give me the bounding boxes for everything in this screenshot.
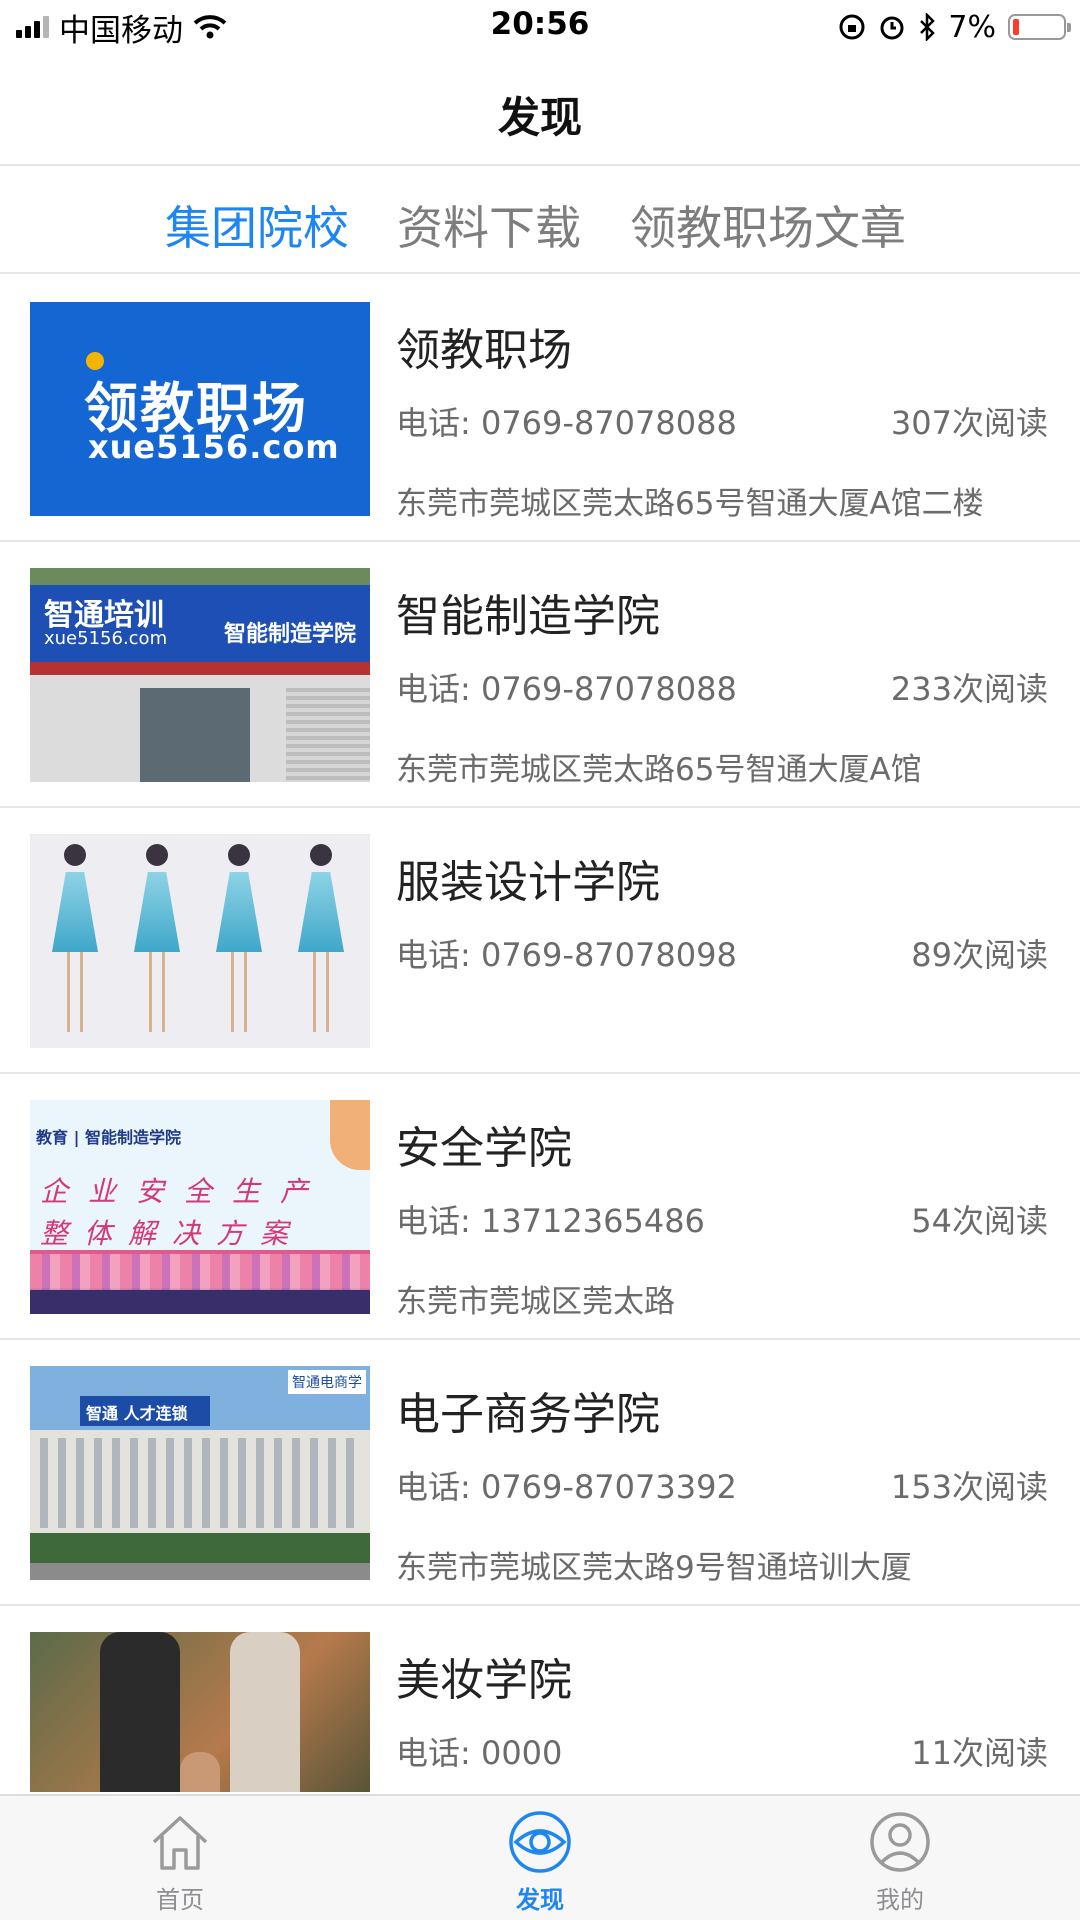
thumbnail-building-sign: 智通 人才连锁 [80,1396,210,1426]
school-thumbnail [30,1632,370,1792]
category-tabs: 集团院校 资料下载 领教职场文章 [0,168,1080,274]
school-name: 服装设计学院 [396,857,660,908]
school-phone: 电话: 0769-87078088 [396,404,737,442]
alarm-icon [880,16,904,40]
read-count: 89次阅读 [911,936,1048,974]
tabbar-me-label: 我的 [876,1886,924,1914]
user-icon [870,1812,930,1872]
school-info: 领教职场 电话: 0769-87078088 307次阅读 东莞市莞城区莞太路6… [396,276,1048,540]
school-info: 电子商务学院 电话: 0769-87073392 153次阅读 东莞市莞城区莞太… [396,1340,1048,1604]
school-address: 东莞市莞城区莞太路9号智通培训大厦 [396,1550,912,1586]
thumbnail-slogan-1: 企业安全生产 [40,1175,329,1208]
list-item[interactable]: 智通 人才连锁 智通电商学 电子商务学院 电话: 0769-87073392 1… [0,1340,1080,1606]
school-name: 安全学院 [396,1123,572,1174]
tabbar-discover[interactable]: 发现 [450,1810,630,1915]
school-phone: 电话: 0000 [396,1734,563,1772]
photo-person [230,1632,300,1792]
thumbnail-header: 教育 | 智能制造学院 [36,1128,181,1147]
read-count: 233次阅读 [890,670,1048,708]
school-name: 领教职场 [396,325,572,376]
eye-icon [509,1811,571,1873]
read-count: 54次阅读 [911,1202,1048,1240]
page-title: 发现 [497,93,582,142]
school-phone: 电话: 0769-87078098 [396,936,737,974]
thumbnail-logo-domain: xue5156.com [88,428,340,466]
tabbar-me[interactable]: 我的 [810,1810,990,1915]
bluetooth-icon [920,13,936,41]
read-count: 307次阅读 [890,404,1048,442]
school-address: 东莞市莞城区莞太路65号智通大厦A馆二楼 [396,486,984,522]
list-item[interactable]: 教育 | 智能制造学院 企业安全生产 整体解决方案 安全学院 电话: 13712… [0,1074,1080,1340]
thumbnail-skyline [30,1254,370,1290]
school-info: 美妆学院 电话: 0000 11次阅读 [396,1606,1048,1792]
school-thumbnail: 教育 | 智能制造学院 企业安全生产 整体解决方案 [30,1100,370,1314]
school-name: 电子商务学院 [396,1389,660,1440]
tabbar-home-label: 首页 [156,1886,204,1914]
tab-downloads[interactable]: 资料下载 [397,192,581,258]
school-address: 东莞市莞城区莞太路65号智通大厦A馆 [396,752,922,788]
school-info: 安全学院 电话: 13712365486 54次阅读 东莞市莞城区莞太路 [396,1074,1048,1338]
fashion-figure [216,844,262,1040]
read-count: 153次阅读 [890,1468,1048,1506]
rotation-lock-icon [839,14,865,40]
thumbnail-windows [40,1438,360,1528]
school-list: 领教职场 xue5156.com 领教职场 电话: 0769-87078088 … [0,276,1080,1792]
school-name: 智能制造学院 [396,591,660,642]
bottom-tab-bar: 首页 发现 我的 [0,1794,1080,1920]
school-phone: 电话: 0769-87073392 [396,1468,737,1506]
fashion-figure [52,844,98,1040]
school-info: 服装设计学院 电话: 0769-87078098 89次阅读 [396,808,1048,1072]
thumbnail-corner-label: 智通电商学 [288,1370,366,1394]
thumbnail-sign-domain: xue5156.com [44,628,168,649]
fashion-figure [134,844,180,1040]
tabbar-home[interactable]: 首页 [90,1810,270,1915]
list-item[interactable]: 美妆学院 电话: 0000 11次阅读 [0,1606,1080,1792]
battery-percent: 7% [948,9,996,45]
school-thumbnail: 领教职场 xue5156.com [30,302,370,516]
tabbar-discover-label: 发现 [516,1886,564,1914]
school-name: 美妆学院 [396,1655,572,1706]
tab-group-schools[interactable]: 集团院校 [165,192,349,258]
thumbnail-hand [330,1100,370,1170]
school-address: 东莞市莞城区莞太路 [396,1284,675,1320]
list-item[interactable]: 领教职场 xue5156.com 领教职场 电话: 0769-87078088 … [0,276,1080,542]
school-phone: 电话: 13712365486 [396,1202,705,1240]
list-item[interactable]: 智通培训 xue5156.com 智能制造学院 智能制造学院 电话: 0769-… [0,542,1080,808]
list-item[interactable]: 服装设计学院 电话: 0769-87078098 89次阅读 [0,808,1080,1074]
photo-child [180,1752,220,1792]
read-count: 11次阅读 [911,1734,1048,1772]
thumbnail-shutter [286,688,370,782]
battery-icon [1008,14,1071,40]
school-phone: 电话: 0769-87078088 [396,670,737,708]
school-thumbnail: 智通培训 xue5156.com 智能制造学院 [30,568,370,782]
school-thumbnail: 智通 人才连锁 智通电商学 [30,1366,370,1580]
school-thumbnail [30,834,370,1048]
home-icon [152,1816,208,1870]
fashion-figure [298,844,344,1040]
nav-bar: 发现 [0,54,1080,166]
status-bar: 中国移动 20:56 7% [0,0,1080,54]
photo-person [100,1632,180,1792]
thumbnail-sign-side: 智能制造学院 [224,622,357,647]
status-right: 7% [838,8,1071,46]
tab-articles[interactable]: 领教职场文章 [630,192,906,258]
thumbnail-slogan-2: 整体解决方案 [40,1217,305,1250]
thumbnail-door [140,688,250,782]
school-info: 智能制造学院 电话: 0769-87078088 233次阅读 东莞市莞城区莞太… [396,542,1048,806]
